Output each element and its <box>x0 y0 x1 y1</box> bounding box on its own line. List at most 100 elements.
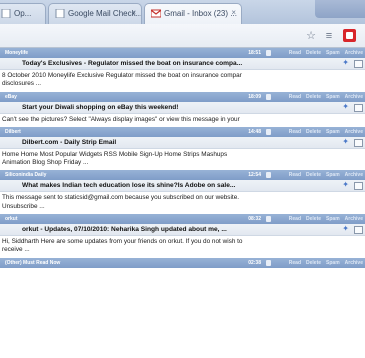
mail-item: eBay 18:09 Read Delete Spam Archive Start y… <box>0 91 365 127</box>
mail-action-delete[interactable]: Delete <box>306 50 321 56</box>
mail-action-archive[interactable]: Archive <box>345 172 363 178</box>
pin-icon[interactable]: ✦ <box>342 102 349 111</box>
mail-source: eBay <box>5 93 17 100</box>
mail-subject-row[interactable]: Dilbert.com - Daily Strip Email ✦ <box>0 136 365 149</box>
mail-preview: Home Home Most Popular Widgets RSS Mobil… <box>0 149 365 171</box>
trash-icon[interactable] <box>266 259 271 266</box>
trash-icon[interactable] <box>266 93 271 100</box>
mail-action-archive[interactable]: Archive <box>345 94 363 100</box>
mail-actions: Read Delete Spam Archive <box>284 50 363 56</box>
mail-preview-line: disclosures ... <box>2 80 42 88</box>
mail-action-delete[interactable]: Delete <box>306 216 321 222</box>
mail-preview-line: receive ... <box>2 246 30 254</box>
mail-item-header: eBay 18:09 Read Delete Spam Archive <box>0 91 365 102</box>
mail-actions: Read Delete Spam Archive <box>284 216 363 222</box>
mail-list: Moneylife 18:51 Read Delete Spam Archive To… <box>0 48 365 358</box>
menu-icon[interactable]: ≡ <box>322 29 336 43</box>
tab-1[interactable]: Op... <box>0 3 46 24</box>
mail-action-delete[interactable]: Delete <box>306 260 321 266</box>
mail-subject[interactable]: Dilbert.com - Daily Strip Email <box>22 139 116 146</box>
pin-icon[interactable]: ✦ <box>342 224 349 233</box>
select-checkbox[interactable] <box>354 226 363 235</box>
mail-source: Siliconindia Daily <box>5 172 47 179</box>
mail-source: Dilbert <box>5 128 21 135</box>
gmail-icon <box>151 9 161 18</box>
select-checkbox[interactable] <box>354 60 363 68</box>
mail-action-delete[interactable]: Delete <box>306 172 321 178</box>
mail-item-header: orkut 08:32 Read Delete Spam Archive <box>0 214 365 225</box>
select-checkbox[interactable] <box>354 138 363 147</box>
mail-subject[interactable]: What makes Indian tech education lose it… <box>22 182 235 189</box>
mail-subject[interactable]: orkut - Updates, 07/10/2010: Neharika Si… <box>22 226 227 233</box>
mail-item: Siliconindia Daily 12:54 Read Delete Spam A… <box>0 170 365 214</box>
close-icon[interactable]: × <box>231 8 236 17</box>
mail-preview-line: Can't see the pictures? Select "Always d… <box>2 115 240 123</box>
mail-time: 18:51 <box>248 50 261 56</box>
mail-subject[interactable]: Today's Exclusives - Regulator missed th… <box>22 60 242 67</box>
mail-subject-row[interactable]: Start your Diwali shopping on eBay this … <box>0 101 365 114</box>
mail-action-delete[interactable]: Delete <box>306 94 321 100</box>
star-icon[interactable]: ☆ <box>304 29 318 43</box>
mail-time: 02:38 <box>248 259 261 266</box>
mail-action-read[interactable]: Read <box>289 260 301 266</box>
mail-action-read[interactable]: Read <box>289 129 301 135</box>
pin-icon[interactable]: ✦ <box>342 137 349 146</box>
mail-time: 12:54 <box>248 172 261 179</box>
pin-icon[interactable]: ✦ <box>342 58 349 67</box>
trash-icon[interactable] <box>266 172 271 179</box>
mail-preview: Can't see the pictures? Select "Always d… <box>0 114 365 127</box>
mail-item-header: (Other) Must Read Now 02:38 Read Delete Sp… <box>0 257 365 268</box>
mail-preview-line: Animation Blog Shop Friday ... <box>2 159 89 167</box>
mail-preview-line: This message sent to staticsid@gmail.com… <box>2 194 240 202</box>
mail-action-archive[interactable]: Archive <box>345 50 363 56</box>
mail-action-read[interactable]: Read <box>289 94 301 100</box>
tab-2[interactable]: Google Mail Check... × <box>48 3 142 24</box>
mail-action-read[interactable]: Read <box>289 172 301 178</box>
mail-item: Moneylife 18:51 Read Delete Spam Archive To… <box>0 48 365 92</box>
mail-preview: 8 October 2010 Moneylife Exclusive Regul… <box>0 70 365 92</box>
mail-action-read[interactable]: Read <box>289 50 301 56</box>
mail-actions: Read Delete Spam Archive <box>284 172 363 178</box>
browser-toolbar: ☆ ≡ <box>0 24 365 48</box>
mail-action-archive[interactable]: Archive <box>345 216 363 222</box>
mail-preview-line: Hi, Siddharth Here are some updates from… <box>2 238 243 246</box>
mail-action-archive[interactable]: Archive <box>345 129 363 135</box>
mail-time: 18:09 <box>248 93 261 100</box>
trash-icon[interactable] <box>266 128 271 135</box>
mail-item-header: Dilbert 14:48 Read Delete Spam Archive <box>0 126 365 137</box>
mail-action-spam[interactable]: Spam <box>326 172 340 178</box>
mail-item: Dilbert 14:48 Read Delete Spam Archive Dilb… <box>0 126 365 171</box>
tab-title: Op... <box>14 9 32 18</box>
gmail-checker-icon[interactable] <box>343 29 356 42</box>
mail-subject-row[interactable]: What makes Indian tech education lose it… <box>0 180 365 193</box>
mail-source: (Other) Must Read Now <box>5 259 61 266</box>
close-icon[interactable]: × <box>131 8 136 17</box>
mail-preview: This message sent to staticsid@gmail.com… <box>0 192 365 214</box>
trash-icon[interactable] <box>266 50 271 56</box>
mail-action-read[interactable]: Read <box>289 216 301 222</box>
mail-item-header: Siliconindia Daily 12:54 Read Delete Spam A… <box>0 170 365 181</box>
pin-icon[interactable]: ✦ <box>342 180 349 189</box>
mail-preview-line: 8 October 2010 Moneylife Exclusive Regul… <box>2 72 242 79</box>
mail-action-spam[interactable]: Spam <box>326 129 340 135</box>
mail-item: (Other) Must Read Now 02:38 Read Delete Sp… <box>0 257 365 268</box>
mail-action-archive[interactable]: Archive <box>345 260 363 266</box>
mail-action-spam[interactable]: Spam <box>326 50 340 56</box>
tab-3[interactable]: Gmail - Inbox (23) ... × <box>144 3 242 24</box>
mail-time: 14:48 <box>248 128 261 135</box>
select-checkbox[interactable] <box>354 182 363 191</box>
select-checkbox[interactable] <box>354 103 363 112</box>
mail-subject-row[interactable]: orkut - Updates, 07/10/2010: Neharika Si… <box>0 224 365 237</box>
trash-icon[interactable] <box>266 216 271 223</box>
mail-subject-row[interactable]: Today's Exclusives - Regulator missed th… <box>0 58 365 70</box>
mail-source: Moneylife <box>5 50 29 56</box>
mail-action-spam[interactable]: Spam <box>326 216 340 222</box>
mail-action-delete[interactable]: Delete <box>306 129 321 135</box>
mail-actions: Read Delete Spam Archive <box>284 94 363 100</box>
window-controls[interactable] <box>315 0 365 18</box>
mail-subject[interactable]: Start your Diwali shopping on eBay this … <box>22 104 178 111</box>
mail-action-spam[interactable]: Spam <box>326 94 340 100</box>
mail-action-spam[interactable]: Spam <box>326 260 340 266</box>
mail-actions: Read Delete Spam Archive <box>284 129 363 135</box>
mail-time: 08:32 <box>248 216 261 223</box>
